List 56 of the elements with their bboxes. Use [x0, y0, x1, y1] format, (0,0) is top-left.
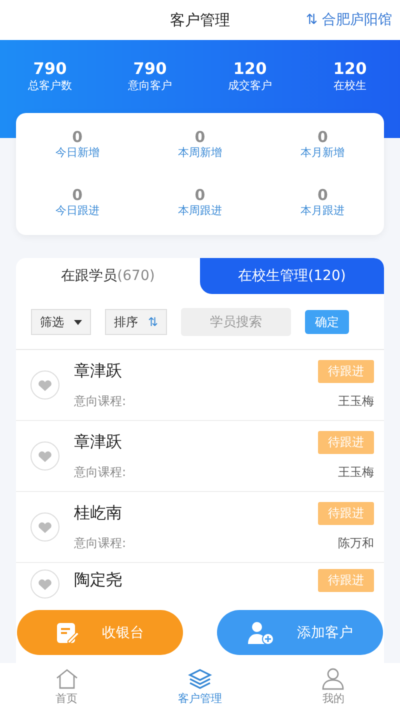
stat-value: 0: [72, 187, 83, 203]
teacher-name: 王玉梅: [338, 464, 374, 481]
stat-value: 0: [194, 187, 206, 203]
stat-value: 0: [317, 129, 328, 145]
summary-label: 成交客户: [228, 78, 272, 93]
summary-value: 790: [133, 60, 167, 78]
status-tag: 待跟进: [318, 502, 374, 525]
student-row[interactable]: 陶定尧 待跟进: [16, 563, 384, 603]
home-icon: [54, 668, 79, 690]
note-icon: [56, 622, 80, 644]
course-label: 意向课程:: [74, 535, 126, 552]
tab[interactable]: 在校生管理(120): [200, 258, 384, 294]
nav-item[interactable]: 客户管理: [133, 663, 267, 711]
teacher-name: 王玉梅: [338, 393, 374, 410]
status-tag: 待跟进: [318, 569, 374, 592]
stat-label: 本月跟进: [300, 203, 345, 219]
stat-label: 本月新增: [300, 145, 345, 161]
course-label: 意向课程:: [74, 464, 126, 481]
teacher-name: 陈万和: [338, 535, 374, 552]
nav-item[interactable]: 我的: [266, 663, 400, 711]
stat-value: 0: [72, 129, 83, 145]
stat-label: 本周新增: [178, 145, 222, 161]
swap-icon[interactable]: ⇅: [306, 12, 318, 28]
student-row[interactable]: 章津跃 待跟进 意向课程: 王玉梅: [16, 350, 384, 421]
confirm-button[interactable]: 确定: [305, 310, 350, 334]
user-icon: [321, 668, 346, 690]
status-tag: 待跟进: [318, 360, 374, 383]
student-name: 章津跃: [74, 361, 122, 382]
student-name: 陶定尧: [74, 570, 122, 591]
summary-label: 在校生: [334, 78, 366, 93]
summary-value: 790: [33, 60, 67, 78]
sort-dropdown[interactable]: 排序 ⇅: [105, 309, 168, 335]
caret-icon: [74, 320, 82, 324]
stat-value: 0: [317, 187, 328, 203]
student-name: 桂屹南: [74, 503, 122, 524]
student-name: 章津跃: [74, 432, 122, 453]
layers-icon: [188, 668, 212, 690]
summary-value: 120: [333, 60, 367, 78]
search-field[interactable]: 学员搜索: [181, 308, 292, 336]
page-title: 客户管理: [170, 10, 230, 30]
stat-value: 0: [194, 129, 206, 145]
add-user-icon: [247, 620, 275, 644]
summary-label: 总客户数: [28, 78, 72, 93]
add-customer-button[interactable]: 添加客户: [217, 610, 383, 655]
status-tag: 待跟进: [318, 431, 374, 454]
stat-label: 今日新增: [55, 145, 100, 161]
summary-value: 120: [233, 60, 267, 78]
filter-dropdown[interactable]: 筛选: [31, 309, 91, 335]
course-label: 意向课程:: [74, 393, 126, 410]
stat-label: 今日跟进: [55, 203, 100, 219]
nav-item[interactable]: 首页: [0, 663, 134, 711]
summary-label: 意向客户: [128, 78, 172, 93]
stat-label: 本周跟进: [178, 203, 222, 219]
student-row[interactable]: 桂屹南 待跟进 意向课程: 陈万和: [16, 492, 384, 563]
student-row[interactable]: 章津跃 待跟进 意向课程: 王玉梅: [16, 421, 384, 492]
store-name[interactable]: 合肥庐阳馆: [322, 12, 392, 28]
